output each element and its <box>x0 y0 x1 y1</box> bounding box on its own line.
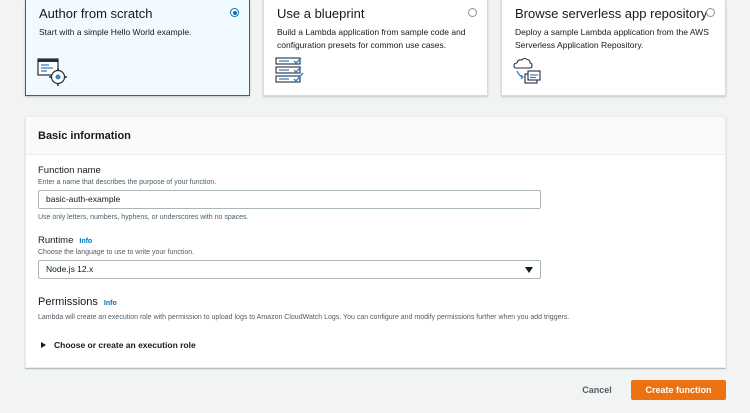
execution-role-expander[interactable]: Choose or create an execution role <box>41 339 196 351</box>
execution-role-expander-label: Choose or create an execution role <box>54 340 196 350</box>
radio-unselected[interactable] <box>468 8 477 17</box>
option-browse-serverless-repo[interactable]: Browse serverless app repository Deploy … <box>501 0 726 96</box>
runtime-description: Choose the language to use to write your… <box>38 249 195 256</box>
runtime-selected-value: Node.js 12.x <box>46 264 94 274</box>
permissions-title: Permissions <box>38 296 98 308</box>
option-description: Build a Lambda application from sample c… <box>277 27 466 50</box>
function-name-label: Function name <box>38 165 101 176</box>
panel-title: Basic information <box>26 117 725 155</box>
radio-selected[interactable] <box>230 8 239 17</box>
caret-down-icon <box>525 267 533 273</box>
blueprint-checklist-icon <box>275 57 307 92</box>
option-author-from-scratch[interactable]: Author from scratch Start with a simple … <box>25 0 250 96</box>
option-description: Deploy a sample Lambda application from … <box>515 27 709 50</box>
function-name-description: Enter a name that describes the purpose … <box>38 179 217 186</box>
option-title: Browse serverless app repository <box>515 6 708 21</box>
runtime-label-row: Runtime Info <box>38 235 92 248</box>
runtime-select[interactable]: Node.js 12.x <box>38 260 541 279</box>
cloud-repository-icon <box>513 57 545 92</box>
code-gear-icon <box>37 57 69 92</box>
option-use-blueprint[interactable]: Use a blueprint Build a Lambda applicati… <box>263 0 488 96</box>
radio-unselected[interactable] <box>706 8 715 17</box>
function-name-input[interactable]: basic-auth-example <box>38 190 541 209</box>
permissions-heading-row: Permissions Info <box>38 295 117 311</box>
create-function-button[interactable]: Create function <box>631 380 726 400</box>
basic-information-panel: Basic information Function name Enter a … <box>25 116 726 368</box>
caret-right-icon <box>41 341 46 348</box>
runtime-label: Runtime <box>38 235 74 246</box>
option-title: Use a blueprint <box>277 6 365 21</box>
permissions-description: Lambda will create an execution role wit… <box>38 314 570 321</box>
option-description: Start with a simple Hello World example. <box>39 27 192 37</box>
option-title: Author from scratch <box>39 6 153 21</box>
runtime-info-link[interactable]: Info <box>79 238 92 245</box>
function-name-constraint: Use only letters, numbers, hyphens, or u… <box>38 214 249 221</box>
permissions-info-link[interactable]: Info <box>104 300 117 307</box>
cancel-button[interactable]: Cancel <box>573 380 621 400</box>
